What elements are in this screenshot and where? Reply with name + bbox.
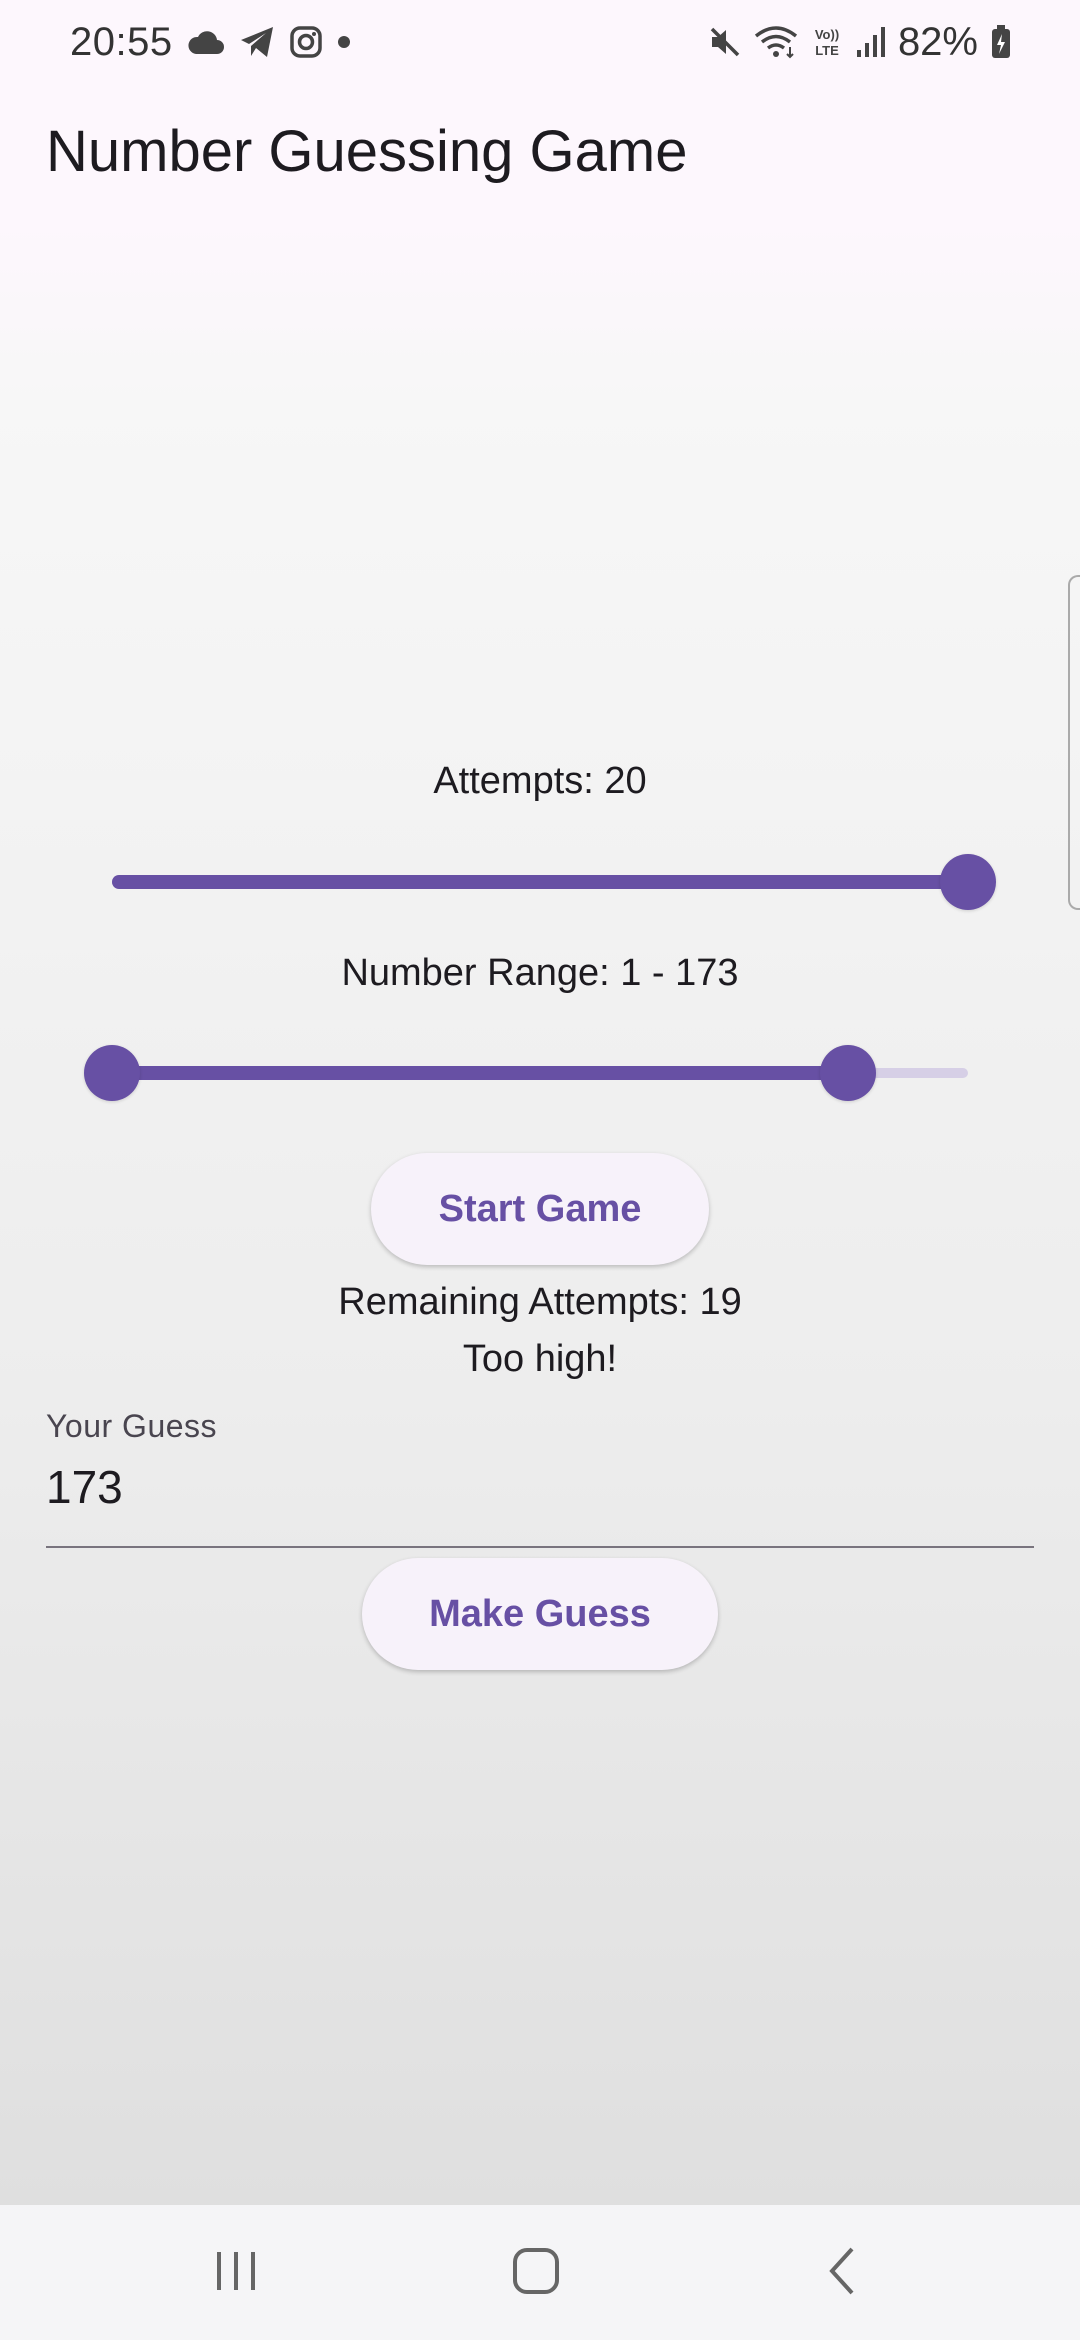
attempts-track-active <box>112 875 968 889</box>
recent-apps-button[interactable] <box>196 2237 276 2309</box>
attempts-slider[interactable] <box>112 854 996 910</box>
range-slider-end-thumb[interactable] <box>820 1045 877 1101</box>
volte-icon: Vo)) LTE <box>810 25 844 59</box>
app-bar: Number Guessing Game <box>0 90 1080 225</box>
home-icon <box>510 2245 562 2302</box>
page-title: Number Guessing Game <box>46 119 688 184</box>
attempts-label: Attempts: 20 <box>433 760 647 802</box>
guess-field-label: Your Guess <box>46 1408 218 1444</box>
feedback-text: Too high! <box>462 1338 618 1380</box>
svg-text:LTE: LTE <box>815 43 839 58</box>
mute-icon <box>708 25 742 59</box>
instagram-icon <box>289 25 323 59</box>
telegram-icon <box>239 25 275 59</box>
make-guess-button[interactable]: Make Guess <box>362 1558 718 1670</box>
back-button[interactable] <box>802 2237 882 2309</box>
battery-icon <box>990 24 1012 60</box>
dot-icon <box>337 35 351 49</box>
attempts-slider-thumb[interactable] <box>940 854 996 910</box>
remaining-attempts-text: Remaining Attempts: 19 <box>338 1281 742 1323</box>
status-right: Vo)) LTE 82% <box>708 14 1012 70</box>
start-game-button[interactable]: Start Game <box>371 1153 709 1265</box>
guess-field-value[interactable]: 173 <box>46 1460 123 1514</box>
range-slider-start-thumb[interactable] <box>84 1045 140 1101</box>
home-button[interactable] <box>496 2237 576 2309</box>
signal-icon <box>856 26 886 58</box>
recent-apps-icon <box>211 2248 261 2299</box>
svg-text:Vo)): Vo)) <box>815 27 839 42</box>
navigation-bar <box>0 2205 1080 2340</box>
status-left: 20:55 <box>70 14 351 70</box>
range-track-active <box>112 1066 849 1080</box>
guess-field[interactable]: Your Guess 173 <box>46 1400 1034 1548</box>
range-label: Number Range: 1 - 173 <box>341 952 739 994</box>
battery-percent: 82% <box>897 19 978 64</box>
status-time: 20:55 <box>70 19 173 64</box>
wifi-icon <box>754 25 798 59</box>
status-bar: 20:55 Vo)) LTE 82% <box>0 0 1080 90</box>
cloud-icon <box>187 28 225 56</box>
range-slider[interactable] <box>84 1045 968 1101</box>
edge-panel-handle[interactable] <box>1068 575 1080 910</box>
back-icon <box>822 2245 862 2302</box>
